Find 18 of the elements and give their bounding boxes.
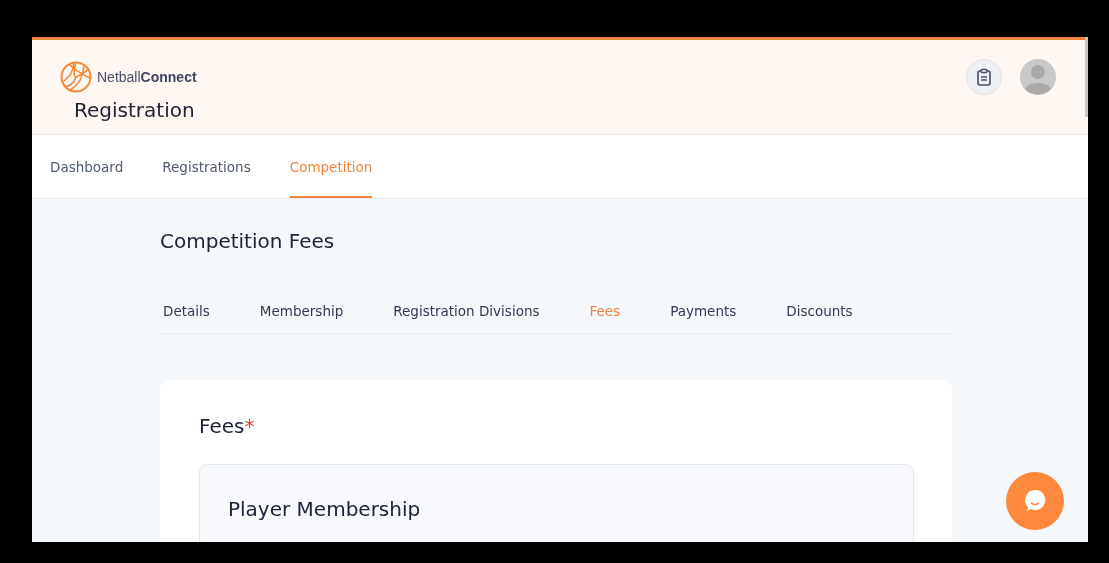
section-title: Player Membership xyxy=(228,497,422,521)
logo-text: NetballConnect xyxy=(97,69,197,85)
scrollbar[interactable] xyxy=(1085,37,1088,117)
clipboard-button[interactable] xyxy=(966,59,1002,95)
nav-tab[interactable]: Dashboard xyxy=(50,135,124,198)
step-tab[interactable]: Membership xyxy=(259,303,344,333)
nav-tab[interactable]: Registrations xyxy=(162,135,251,198)
step-tab[interactable]: Discounts xyxy=(786,303,853,333)
step-tab[interactable]: Details xyxy=(163,303,210,333)
page-header-title: Registration xyxy=(73,97,196,122)
volleyball-logo-icon xyxy=(60,61,92,93)
card-title: Fees* xyxy=(199,414,256,438)
step-tab[interactable]: Payments xyxy=(670,303,737,333)
page-title: Competition Fees xyxy=(160,229,336,253)
clipboard-icon xyxy=(974,67,994,87)
avatar-icon[interactable] xyxy=(1020,59,1056,95)
chat-button[interactable] xyxy=(1006,472,1064,530)
step-tab[interactable]: Registration Divisions xyxy=(393,303,540,333)
